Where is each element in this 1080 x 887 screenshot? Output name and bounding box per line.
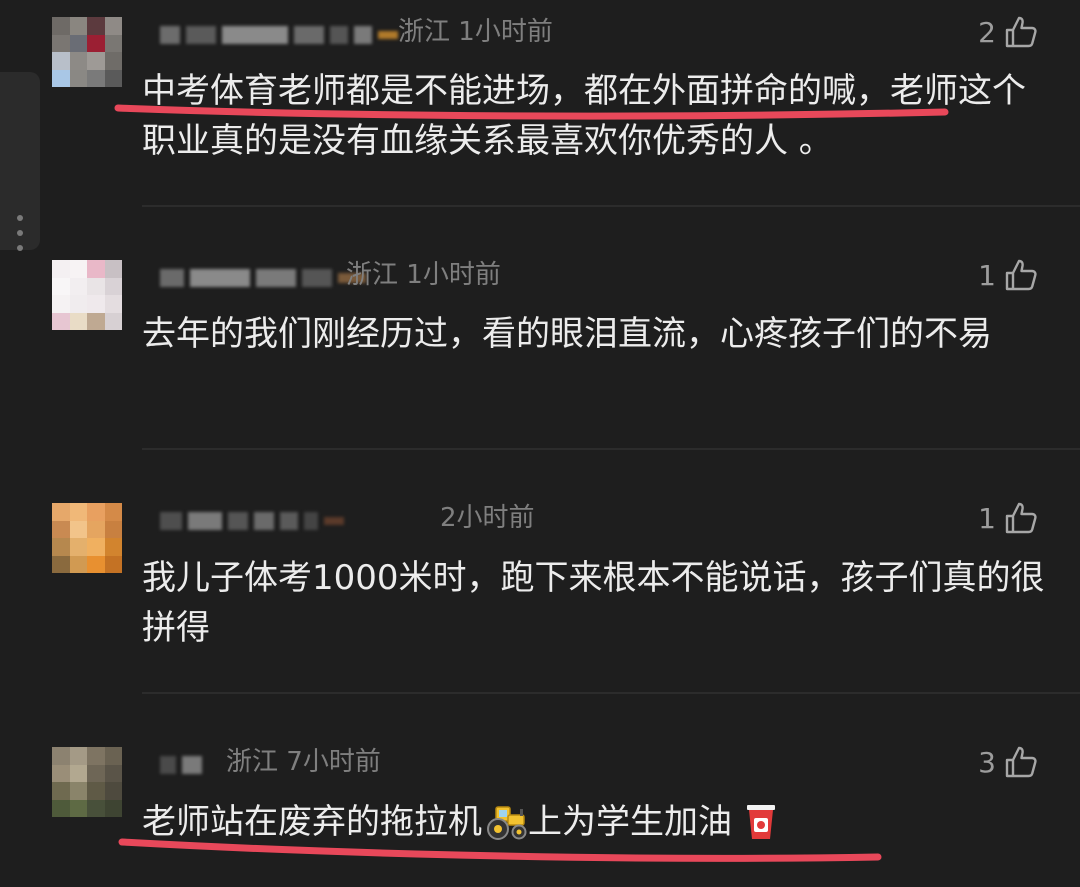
comment-text: 老师站在废弃的拖拉机 上为学生加油 [142, 797, 1047, 847]
comment-time: 2小时前 [440, 503, 535, 533]
comment-location: 浙江 [226, 747, 279, 777]
divider [142, 205, 1080, 207]
username-blurred[interactable] [160, 265, 366, 291]
like-count: 1 [978, 258, 996, 292]
side-panel-tab[interactable] [0, 72, 40, 251]
like-button[interactable]: 1 [972, 258, 1038, 292]
like-count: 2 [978, 15, 996, 49]
comment-meta: 浙江 7小时前 [226, 749, 381, 775]
comment-time: 7小时前 [286, 747, 381, 777]
comment-location: 浙江 [398, 17, 451, 47]
thumbs-up-icon[interactable] [1004, 15, 1038, 49]
divider [142, 448, 1080, 450]
comment-time: 1小时前 [406, 260, 501, 290]
more-dots-icon [16, 215, 24, 260]
like-count: 1 [978, 501, 996, 535]
comment-text-part1: 老师站在废弃的拖拉机 [142, 802, 482, 842]
avatar[interactable] [52, 747, 122, 817]
comment-location: 浙江 [346, 260, 399, 290]
avatar[interactable] [52, 503, 122, 573]
tractor-emoji-icon [487, 806, 527, 840]
comment-meta: 浙江 1小时前 [398, 19, 553, 45]
username-blurred[interactable] [160, 508, 344, 534]
username-blurred[interactable] [160, 22, 398, 48]
comment-meta: 2小时前 [440, 505, 535, 531]
thumbs-up-icon[interactable] [1004, 258, 1038, 292]
comment-text: 中考体育老师都是不能进场，都在外面拼命的喊，老师这个职业真的是没有血缘关系最喜欢… [142, 71, 1026, 161]
comment-text: 我儿子体考1000米时，跑下来根本不能说话，孩子们真的很拼得 [142, 558, 1045, 648]
like-button[interactable]: 3 [972, 745, 1038, 779]
thumbs-up-icon[interactable] [1004, 745, 1038, 779]
drink-cup-emoji-icon [746, 805, 775, 839]
like-count: 3 [978, 745, 996, 779]
comment-text: 去年的我们刚经历过，看的眼泪直流，心疼孩子们的不易 [142, 314, 992, 354]
like-button[interactable]: 2 [972, 15, 1038, 49]
comment-time: 1小时前 [458, 17, 553, 47]
avatar[interactable] [52, 260, 122, 330]
comment-text-part2: 上为学生加油 [528, 802, 732, 842]
username-blurred[interactable] [160, 752, 202, 778]
like-button[interactable]: 1 [972, 501, 1038, 535]
comment-meta: 浙江 1小时前 [346, 262, 501, 288]
divider [142, 692, 1080, 694]
thumbs-up-icon[interactable] [1004, 501, 1038, 535]
avatar[interactable] [52, 17, 122, 87]
